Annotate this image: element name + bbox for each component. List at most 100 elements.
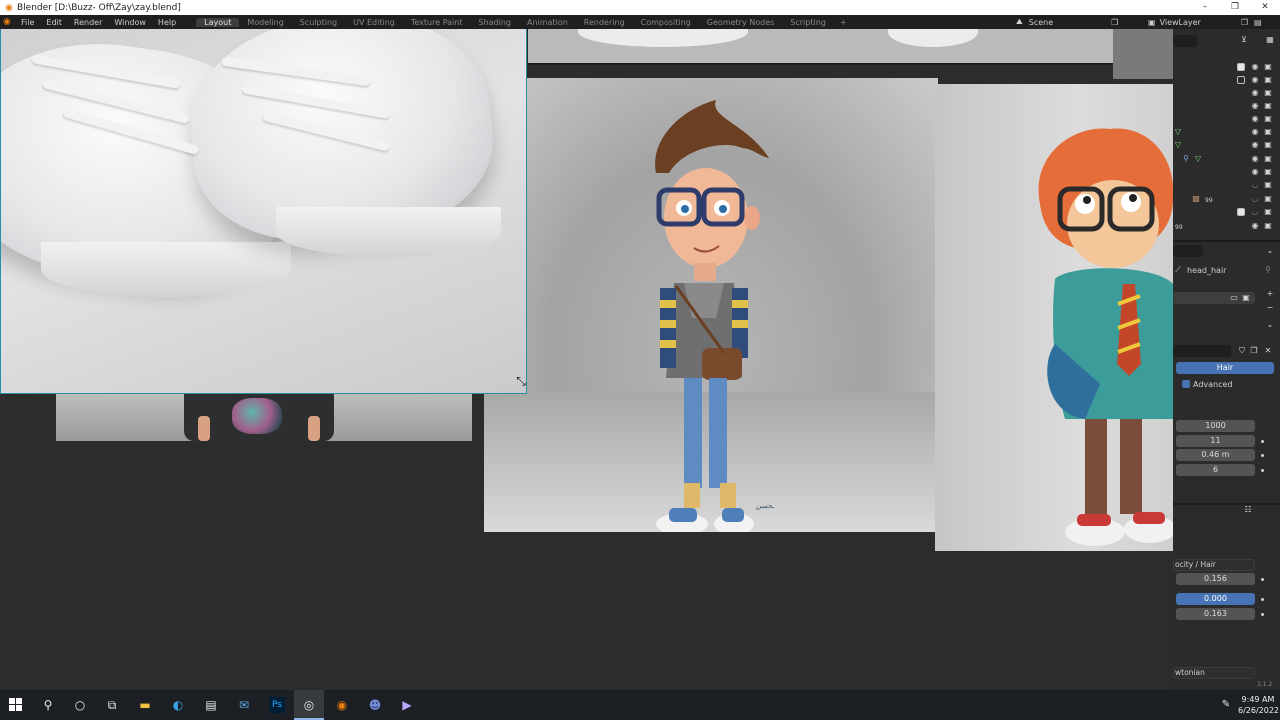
outliner-row[interactable]: ▩ 99 ◡ ▣	[1173, 193, 1280, 206]
menu-edit[interactable]: Edit	[40, 18, 68, 27]
system-clock[interactable]: 9:49 AM 6/26/2022	[1238, 694, 1279, 716]
outliner-row[interactable]: ◉ ▣	[1173, 74, 1280, 87]
new-collection-icon[interactable]: ▦	[1265, 35, 1275, 45]
eye-icon[interactable]: ◉	[1250, 75, 1260, 85]
eye-icon[interactable]: ◉	[1250, 114, 1260, 124]
media-player-icon[interactable]: ▶	[399, 697, 415, 713]
tab-compositing[interactable]: Compositing	[633, 18, 699, 27]
camera-icon[interactable]: ▣	[1263, 167, 1273, 177]
camera-icon[interactable]: ▣	[1263, 127, 1273, 137]
maximize-button[interactable]: ❐	[1220, 0, 1250, 15]
keyframe-dot[interactable]	[1261, 454, 1264, 457]
advanced-checkbox[interactable]	[1182, 380, 1190, 388]
scene-selector[interactable]: ⛰ Scene ❐	[1016, 15, 1118, 29]
keyframe-dot[interactable]	[1261, 598, 1264, 601]
eye-icon[interactable]: ◉	[1250, 140, 1260, 150]
menu-file[interactable]: File	[15, 18, 40, 27]
outliner-row[interactable]: ◡ ▣	[1173, 206, 1280, 219]
render-camera-icon[interactable]: ▣	[1241, 293, 1251, 303]
camera-icon[interactable]: ▣	[1263, 207, 1273, 217]
exclude-checkbox[interactable]	[1237, 63, 1245, 71]
image-canvas[interactable]: ـحسن ⤡	[0, 29, 1173, 690]
velocity-field-3[interactable]: 0.163	[1176, 608, 1255, 620]
outliner-row[interactable]: ◉ ▣	[1173, 61, 1280, 74]
segments-field[interactable]: 6	[1176, 464, 1255, 476]
eye-icon[interactable]: ◉	[1250, 154, 1260, 164]
pin-icon[interactable]: ⚲	[1263, 265, 1273, 275]
camera-icon[interactable]: ▣	[1263, 140, 1273, 150]
hair-length-field[interactable]: 0.46 m	[1176, 449, 1255, 461]
cortana-icon[interactable]: ○	[72, 697, 88, 713]
mail-icon[interactable]: ✉	[236, 697, 252, 713]
hair-type-tab[interactable]: Hair	[1176, 362, 1274, 374]
tab-scripting[interactable]: Scripting	[782, 18, 834, 27]
integrator-dropdown[interactable]: wtonian	[1173, 667, 1255, 679]
reference-image-boy-character[interactable]: ـحسن	[484, 78, 938, 532]
tab-uv-editing[interactable]: UV Editing	[345, 18, 403, 27]
outliner-row[interactable]: ◉ ▣	[1173, 87, 1280, 100]
eye-icon[interactable]: ◉	[1250, 101, 1260, 111]
blender-menu-icon[interactable]: ◉	[3, 17, 15, 27]
outliner-row[interactable]: ◉ ▣	[1173, 166, 1280, 179]
seed-field[interactable]: 11	[1176, 435, 1255, 447]
tab-texture-paint[interactable]: Texture Paint	[403, 18, 471, 27]
windows-start-icon[interactable]	[7, 697, 23, 713]
outliner-row[interactable]: ▽ ◉ ▣	[1173, 139, 1280, 152]
settings-name-field[interactable]	[1173, 345, 1231, 357]
outliner-row[interactable]: 99 ◉ ▣	[1173, 220, 1280, 233]
new-scene-icon[interactable]: ❐	[1111, 18, 1118, 27]
edge-browser-icon[interactable]: ◐	[170, 697, 186, 713]
display-viewport-icon[interactable]: ▭	[1229, 293, 1239, 303]
exclude-checkbox[interactable]	[1237, 76, 1245, 84]
photoshop-icon[interactable]: Ps	[269, 697, 285, 713]
velocity-dropdown[interactable]: ocity / Hair	[1173, 559, 1255, 571]
snipping-tool-icon[interactable]: ◎	[294, 690, 324, 720]
fake-user-shield-icon[interactable]: ⛉	[1237, 346, 1247, 356]
reference-image-corner[interactable]	[1113, 29, 1173, 79]
minimize-button[interactable]: –	[1190, 0, 1220, 15]
outliner-search-input[interactable]	[1173, 35, 1197, 47]
eye-closed-icon[interactable]: ◡	[1250, 180, 1260, 190]
properties-search-input[interactable]	[1173, 245, 1203, 257]
outliner-row[interactable]: ▽ ◉ ▣	[1173, 126, 1280, 139]
menu-render[interactable]: Render	[68, 18, 108, 27]
list-options-icon[interactable]: ☷	[1243, 505, 1253, 515]
outliner-row[interactable]: ◡ ▣	[1173, 179, 1280, 192]
number-field[interactable]: 1000	[1176, 420, 1255, 432]
camera-icon[interactable]: ▣	[1263, 154, 1273, 164]
keyframe-dot[interactable]	[1261, 613, 1264, 616]
task-view-icon[interactable]: ⧉	[104, 697, 120, 713]
blender-taskbar-icon[interactable]: ◉	[334, 697, 350, 713]
velocity-field-2[interactable]: 0.000	[1176, 593, 1255, 605]
tab-layout[interactable]: Layout	[196, 17, 240, 27]
eye-icon[interactable]: ◉	[1250, 62, 1260, 72]
camera-icon[interactable]: ▣	[1263, 62, 1273, 72]
tab-rendering[interactable]: Rendering	[576, 18, 633, 27]
search-icon[interactable]: ⚲	[40, 697, 56, 713]
reference-image-sneakers[interactable]: ⤡	[0, 29, 527, 394]
outliner-row[interactable]: ◉ ▣	[1173, 100, 1280, 113]
tab-shading[interactable]: Shading	[470, 18, 519, 27]
resize-cursor-icon[interactable]: ⤡	[514, 374, 526, 388]
reference-image-top-strip[interactable]	[528, 29, 1113, 65]
unlink-icon[interactable]: ✕	[1263, 346, 1273, 356]
eye-icon[interactable]: ◉	[1250, 221, 1260, 231]
eye-icon[interactable]: ◉	[1250, 167, 1260, 177]
camera-icon[interactable]: ▣	[1263, 88, 1273, 98]
keyframe-dot[interactable]	[1261, 469, 1264, 472]
camera-icon[interactable]: ▣	[1263, 114, 1273, 124]
eye-closed-icon[interactable]: ◡	[1250, 207, 1260, 217]
outliner-row[interactable]: ◉ ▣	[1173, 113, 1280, 126]
tab-modeling[interactable]: Modeling	[239, 18, 291, 27]
filter-icon[interactable]: ⊻	[1239, 35, 1249, 45]
store-icon[interactable]: ▤	[203, 697, 219, 713]
keyframe-dot[interactable]	[1261, 440, 1264, 443]
camera-icon[interactable]: ▣	[1263, 180, 1273, 190]
viewlayer-selector[interactable]: ▣ ViewLayer ❐ ▤	[1148, 15, 1262, 29]
eye-closed-icon[interactable]: ◡	[1250, 194, 1260, 204]
velocity-field-1[interactable]: 0.156	[1176, 573, 1255, 585]
tab-animation[interactable]: Animation	[519, 18, 576, 27]
camera-icon[interactable]: ▣	[1263, 221, 1273, 231]
exclude-checkbox[interactable]	[1237, 208, 1245, 216]
tab-geometry-nodes[interactable]: Geometry Nodes	[699, 18, 782, 27]
